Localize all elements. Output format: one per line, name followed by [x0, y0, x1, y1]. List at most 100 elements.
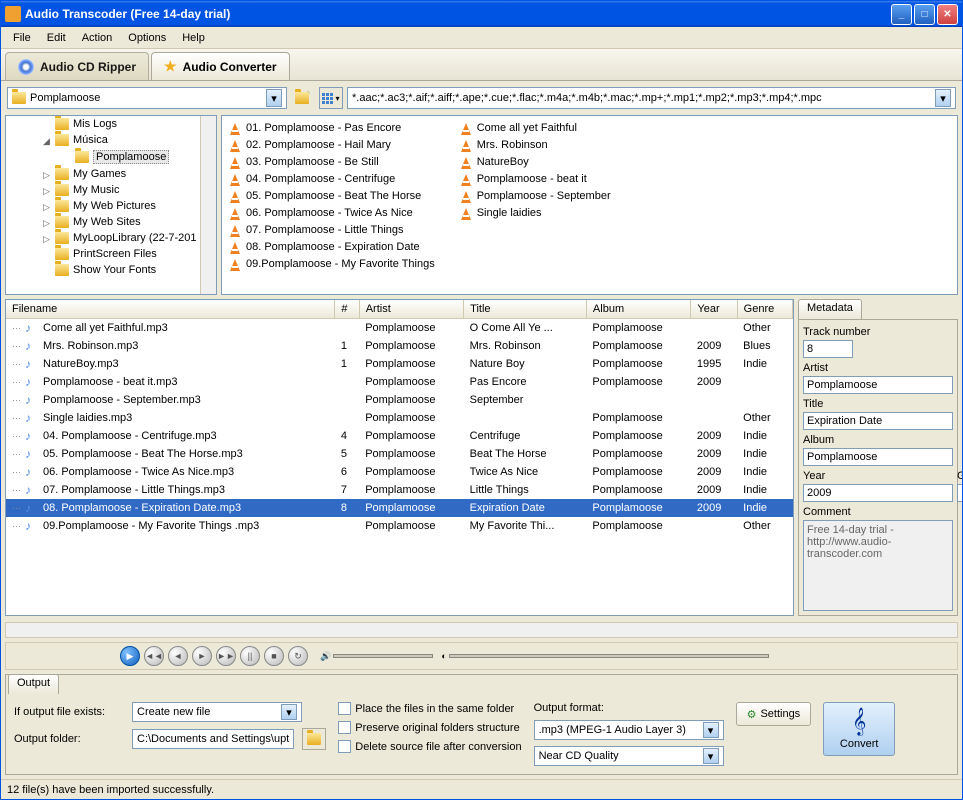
table-row[interactable]: ···♪09.Pomplamoose - My Favorite Things … — [6, 517, 793, 535]
balance-slider[interactable]: ◐ — [441, 651, 768, 661]
play-button[interactable]: ▶ — [120, 646, 140, 666]
file-item[interactable]: 07. Pomplamoose - Little Things — [226, 222, 437, 238]
tree-item[interactable]: Show Your Fonts — [6, 262, 216, 278]
table-row[interactable]: ···♪Mrs. Robinson.mp31PomplamooseMrs. Ro… — [6, 337, 793, 355]
menu-options[interactable]: Options — [120, 30, 174, 46]
file-item[interactable]: Come all yet Faithful — [457, 120, 613, 136]
menu-edit[interactable]: Edit — [39, 30, 74, 46]
file-item[interactable]: Pomplamoose - beat it — [457, 171, 613, 187]
table-row[interactable]: ···♪Single laidies.mp3PomplamoosePomplam… — [6, 409, 793, 427]
rewind-button[interactable]: ◄ — [168, 646, 188, 666]
folder-tree[interactable]: Mis Logs◢MúsicaPomplamoose▷My Games▷My M… — [5, 115, 217, 295]
dropdown-icon[interactable]: ▾ — [703, 722, 719, 738]
menu-file[interactable]: File — [5, 30, 39, 46]
tree-scrollbar[interactable] — [200, 116, 216, 294]
metadata-tab[interactable]: Metadata — [798, 299, 862, 319]
tree-expand-icon[interactable] — [62, 153, 71, 162]
prev-track-button[interactable]: ◄◄ — [144, 646, 164, 666]
file-item[interactable]: Mrs. Robinson — [457, 137, 613, 153]
album-input[interactable] — [803, 448, 953, 466]
tree-expand-icon[interactable] — [42, 250, 51, 259]
tree-expand-icon[interactable]: ▷ — [42, 218, 51, 227]
genre-select[interactable]: Indie ▾ — [957, 484, 962, 502]
column-header[interactable]: Album — [586, 300, 690, 319]
tab-cd-ripper[interactable]: Audio CD Ripper — [5, 52, 149, 80]
stop-button[interactable]: ■ — [264, 646, 284, 666]
file-item[interactable]: 03. Pomplamoose - Be Still — [226, 154, 437, 170]
tree-expand-icon[interactable]: ▷ — [42, 186, 51, 195]
repeat-button[interactable]: ↻ — [288, 646, 308, 666]
folder-select[interactable]: Pomplamoose ▾ — [7, 87, 287, 109]
browse-folder-button[interactable] — [302, 728, 326, 750]
artist-input[interactable] — [803, 376, 953, 394]
preserve-structure-checkbox[interactable] — [338, 721, 351, 734]
minimize-button[interactable]: _ — [891, 4, 912, 25]
column-header[interactable]: Title — [464, 300, 587, 319]
view-button[interactable]: ▾ — [319, 87, 343, 109]
output-folder-input[interactable]: C:\Documents and Settings\upt — [132, 729, 294, 749]
column-header[interactable]: Filename — [6, 300, 335, 319]
track-number-input[interactable] — [803, 340, 853, 358]
menu-help[interactable]: Help — [174, 30, 213, 46]
column-header[interactable]: Year — [691, 300, 737, 319]
tree-item[interactable]: ◢Música — [6, 132, 216, 148]
menu-action[interactable]: Action — [74, 30, 121, 46]
dropdown-icon[interactable]: ▾ — [281, 704, 297, 720]
convert-button[interactable]: 𝄞 Convert — [823, 702, 895, 756]
column-header[interactable]: Genre — [737, 300, 792, 319]
tree-expand-icon[interactable] — [42, 120, 51, 129]
tree-expand-icon[interactable] — [42, 266, 51, 275]
file-item[interactable]: 06. Pomplamoose - Twice As Nice — [226, 205, 437, 221]
file-item[interactable]: NatureBoy — [457, 154, 613, 170]
table-row[interactable]: ···♪Pomplamoose - September.mp3Pomplamoo… — [6, 391, 793, 409]
dropdown-icon[interactable]: ▾ — [703, 748, 719, 764]
tree-expand-icon[interactable]: ▷ — [42, 170, 51, 179]
table-row[interactable]: ···♪Come all yet Faithful.mp3Pomplamoose… — [6, 319, 793, 338]
table-row[interactable]: ···♪05. Pomplamoose - Beat The Horse.mp3… — [6, 445, 793, 463]
tree-item[interactable]: Mis Logs — [6, 116, 216, 132]
table-row[interactable]: ···♪04. Pomplamoose - Centrifuge.mp34Pom… — [6, 427, 793, 445]
file-filter-input[interactable]: *.aac;*.ac3;*.aif;*.aiff;*.ape;*.cue;*.f… — [347, 87, 956, 109]
up-folder-button[interactable]: ↑ — [291, 87, 315, 109]
tree-item[interactable]: ▷My Music — [6, 182, 216, 198]
tree-item[interactable]: Pomplamoose — [6, 148, 216, 166]
tree-expand-icon[interactable]: ◢ — [42, 136, 51, 145]
tree-item[interactable]: ▷My Web Sites — [6, 214, 216, 230]
close-button[interactable]: ✕ — [937, 4, 958, 25]
output-tab[interactable]: Output — [8, 674, 59, 694]
tree-expand-icon[interactable]: ▷ — [42, 234, 51, 243]
pause-button[interactable]: || — [240, 646, 260, 666]
filter-dropdown-icon[interactable]: ▾ — [935, 89, 951, 107]
file-item[interactable]: Single laidies — [457, 205, 613, 221]
tree-item[interactable]: ▷MyLoopLibrary (22-7-201 — [6, 230, 216, 246]
table-row[interactable]: ···♪NatureBoy.mp31PomplamooseNature BoyP… — [6, 355, 793, 373]
tree-item[interactable]: ▷My Games — [6, 166, 216, 182]
table-row[interactable]: ···♪08. Pomplamoose - Expiration Date.mp… — [6, 499, 793, 517]
tree-expand-icon[interactable]: ▷ — [42, 202, 51, 211]
same-folder-checkbox[interactable] — [338, 702, 351, 715]
tree-item[interactable]: ▷My Web Pictures — [6, 198, 216, 214]
comment-textarea[interactable]: Free 14-day trial - http://www.audio-tra… — [803, 520, 953, 611]
tab-audio-converter[interactable]: ★ Audio Converter — [151, 52, 290, 80]
horizontal-scrollbar[interactable] — [5, 622, 958, 638]
column-header[interactable]: # — [335, 300, 359, 319]
file-item[interactable]: 05. Pomplamoose - Beat The Horse — [226, 188, 437, 204]
file-browser[interactable]: 01. Pomplamoose - Pas Encore02. Pomplamo… — [221, 115, 958, 295]
folder-dropdown-icon[interactable]: ▾ — [266, 89, 282, 107]
delete-source-checkbox[interactable] — [338, 740, 351, 753]
file-item[interactable]: 09.Pomplamoose - My Favorite Things — [226, 256, 437, 272]
tree-item[interactable]: PrintScreen Files — [6, 246, 216, 262]
title-input[interactable] — [803, 412, 953, 430]
table-row[interactable]: ···♪06. Pomplamoose - Twice As Nice.mp36… — [6, 463, 793, 481]
file-item[interactable]: Pomplamoose - September — [457, 188, 613, 204]
maximize-button[interactable]: □ — [914, 4, 935, 25]
file-item[interactable]: 02. Pomplamoose - Hail Mary — [226, 137, 437, 153]
column-header[interactable]: Artist — [359, 300, 463, 319]
volume-slider[interactable]: 🔊 — [320, 651, 433, 662]
table-row[interactable]: ···♪07. Pomplamoose - Little Things.mp37… — [6, 481, 793, 499]
quality-select[interactable]: Near CD Quality ▾ — [534, 746, 724, 766]
exists-select[interactable]: Create new file ▾ — [132, 702, 302, 722]
table-row[interactable]: ···♪Pomplamoose - beat it.mp3Pomplamoose… — [6, 373, 793, 391]
output-format-select[interactable]: .mp3 (MPEG-1 Audio Layer 3) ▾ — [534, 720, 724, 740]
next-track-button[interactable]: ►► — [216, 646, 236, 666]
